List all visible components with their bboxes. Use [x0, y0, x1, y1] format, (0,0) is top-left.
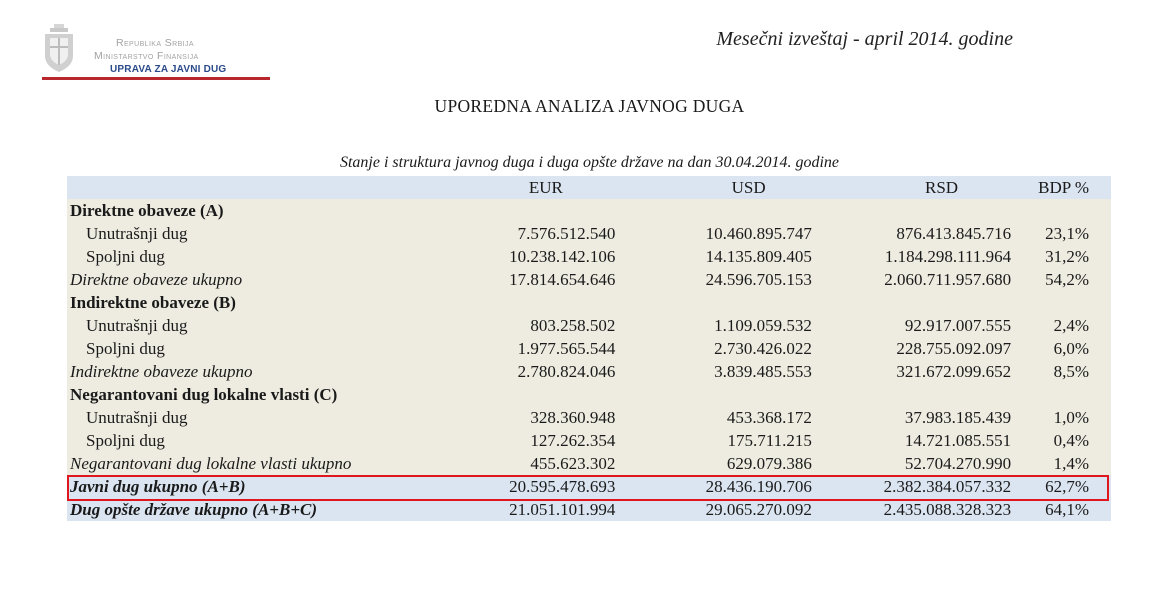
cell-bdp: 0,4% — [1053, 431, 1089, 450]
cell-rsd: 321.672.099.652 — [896, 362, 1012, 381]
cell-bdp — [1011, 291, 1111, 314]
table-row: Unutrašnji dug 803.258.502 1.109.059.532 92… — [67, 314, 1111, 337]
cell-rsd: 52.704.270.990 — [904, 454, 1012, 473]
column-header-label — [67, 176, 427, 199]
cell-usd: 3.839.485.553 — [714, 362, 812, 381]
table-row: Unutrašnji dug 7.576.512.540 10.460.895.74… — [67, 222, 1111, 245]
cell-eur: 7.576.512.540 — [517, 224, 616, 243]
cell-eur: 455.623.302 — [530, 454, 616, 473]
org-name-line2: Ministarstvo Finansija — [94, 50, 199, 62]
cell-rsd: 92.917.007.555 — [904, 316, 1012, 335]
cell-bdp: 64,1% — [1045, 500, 1089, 519]
page-title: UPOREDNA ANALIZA JAVNOG DUGA — [434, 96, 745, 116]
row-label: Dug opšte države ukupno (A+B+C) — [70, 500, 318, 519]
cell-eur — [426, 291, 615, 314]
table-row: Indirektne obaveze (B) — [67, 291, 1111, 314]
cell-rsd: 1.184.298.111.964 — [884, 247, 1012, 266]
cell-usd: 29.065.270.092 — [705, 500, 812, 519]
row-label: Spoljni dug — [86, 247, 165, 266]
cell-usd: 10.460.895.747 — [705, 224, 812, 243]
cell-usd: 1.109.059.532 — [714, 316, 812, 335]
table-row: Unutrašnji dug 328.360.948 453.368.172 37.9… — [67, 406, 1111, 429]
cell-rsd: 228.755.092.097 — [896, 339, 1012, 358]
column-header-usd: USD — [615, 176, 812, 199]
column-header-eur: EUR — [426, 176, 616, 199]
coat-of-arms-icon — [45, 24, 73, 72]
org-name-line3: UPRAVA ZA JAVNI DUG — [110, 64, 227, 75]
cell-eur: 328.360.948 — [530, 408, 616, 427]
cell-usd: 175.711.215 — [727, 431, 812, 450]
cell-bdp: 31,2% — [1045, 247, 1089, 266]
org-name-line1: Republika Srbija — [116, 37, 194, 49]
cell-bdp: 1,0% — [1053, 408, 1089, 427]
cell-rsd: 876.413.845.716 — [896, 224, 1012, 243]
cell-rsd — [812, 291, 1011, 314]
cell-usd: 629.079.386 — [726, 454, 812, 473]
cell-rsd — [812, 383, 1011, 406]
cell-usd — [615, 199, 811, 222]
row-label: Negarantovani dug lokalne vlasti ukupno — [70, 454, 352, 473]
cell-rsd: 2.435.088.328.323 — [883, 500, 1012, 519]
column-header-bdp: BDP % — [1011, 176, 1111, 199]
row-label: Unutrašnji dug — [86, 224, 188, 243]
table-row: Indirektne obaveze ukupno 2.780.824.046 3.… — [67, 360, 1111, 383]
cell-bdp — [1011, 383, 1111, 406]
cell-eur: 127.262.354 — [530, 431, 616, 450]
cell-eur: 21.051.101.994 — [509, 500, 616, 519]
ministry-logo: Republika Srbija Ministarstvo Finansija … — [42, 24, 272, 82]
table-row: Negarantovani dug lokalne vlasti ukupno 4… — [67, 452, 1111, 475]
row-label: Indirektne obaveze ukupno — [70, 362, 253, 381]
cell-rsd: 2.060.711.957.680 — [884, 270, 1012, 289]
logo-underline — [42, 77, 270, 80]
cell-bdp — [1011, 199, 1111, 222]
cell-eur: 2.780.824.046 — [517, 362, 616, 381]
table-row: Direktne obaveze (A) — [67, 199, 1111, 222]
cell-bdp: 8,5% — [1053, 362, 1089, 381]
cell-eur: 1.977.565.544 — [517, 339, 616, 358]
cell-bdp: 6,0% — [1053, 339, 1089, 358]
table-row: Dug opšte države ukupno (A+B+C) 21.051.10… — [67, 498, 1111, 521]
cell-eur: 10.238.142.106 — [509, 247, 616, 266]
cell-usd: 24.596.705.153 — [705, 270, 812, 289]
cell-usd: 2.730.426.022 — [714, 339, 812, 358]
table-row: Negarantovani dug lokalne vlasti (C) — [67, 383, 1111, 406]
table-row: Spoljni dug 1.977.565.544 2.730.426.022 228… — [67, 337, 1111, 360]
cell-usd — [615, 383, 811, 406]
table-row: Spoljni dug 127.262.354 175.711.215 14.721.… — [67, 429, 1111, 452]
cell-bdp: 54,2% — [1045, 270, 1089, 289]
row-label: Unutrašnji dug — [86, 408, 188, 427]
cell-usd — [615, 291, 811, 314]
cell-rsd: 14.721.085.551 — [904, 431, 1012, 450]
table-caption: Stanje i struktura javnog duga i duga op… — [339, 154, 840, 171]
table-row: Direktne obaveze ukupno 17.814.654.646 24.… — [67, 268, 1111, 291]
row-label: Direktne obaveze (A) — [70, 201, 224, 220]
row-label: Spoljni dug — [86, 339, 165, 358]
cell-eur — [426, 383, 615, 406]
table-row: Spoljni dug 10.238.142.106 14.135.809.405 1… — [67, 245, 1111, 268]
row-label: Direktne obaveze ukupno — [70, 270, 243, 289]
cell-eur — [426, 199, 615, 222]
cell-bdp: 23,1% — [1045, 224, 1089, 243]
column-header-rsd: RSD — [811, 176, 1012, 199]
cell-eur: 17.814.654.646 — [509, 270, 616, 289]
row-label: Unutrašnji dug — [86, 316, 188, 335]
cell-bdp: 2,4% — [1053, 316, 1089, 335]
cell-bdp: 1,4% — [1053, 454, 1089, 473]
highlight-box — [67, 475, 1109, 501]
cell-usd: 14.135.809.405 — [705, 247, 812, 266]
row-label: Spoljni dug — [86, 431, 165, 450]
cell-rsd — [812, 199, 1011, 222]
table-header-row: EUR USD RSD BDP % — [67, 176, 1111, 199]
cell-eur: 803.258.502 — [530, 316, 616, 335]
cell-usd: 453.368.172 — [726, 408, 812, 427]
row-label: Indirektne obaveze (B) — [70, 293, 236, 312]
row-label: Negarantovani dug lokalne vlasti (C) — [70, 385, 338, 404]
cell-rsd: 37.983.185.439 — [904, 408, 1012, 427]
debt-table: EUR USD RSD BDP % Direktne obaveze (A) Un… — [67, 176, 1111, 521]
report-title: Mesečni izveštaj - april 2014. godine — [716, 28, 1013, 50]
